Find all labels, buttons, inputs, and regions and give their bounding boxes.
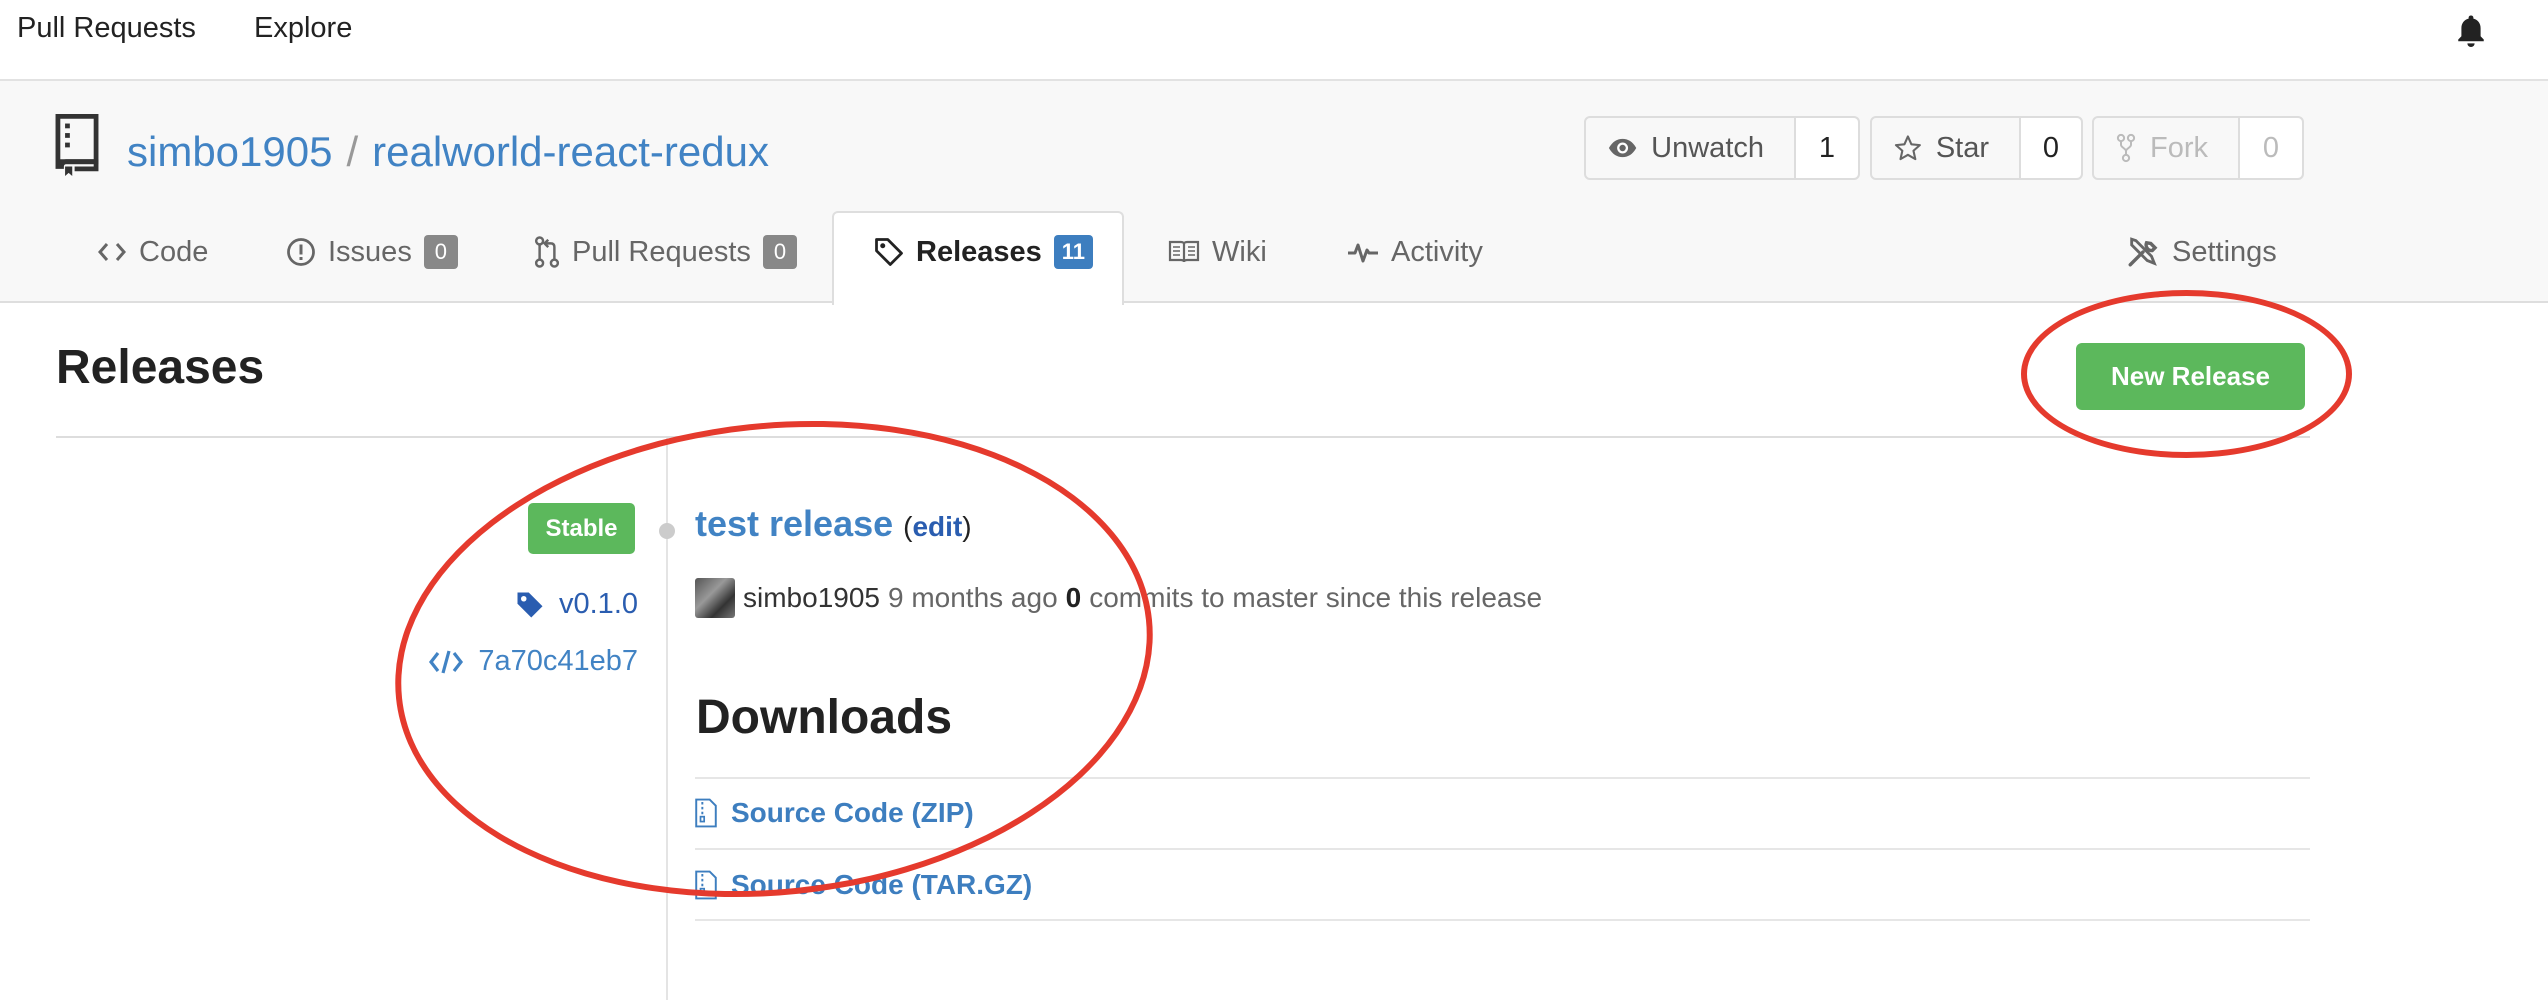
star-label: Star (1935, 131, 1989, 164)
tab-settings-label: Settings (2172, 235, 2277, 268)
tab-activity[interactable]: Activity (1347, 232, 1483, 272)
tab-wiki[interactable]: Wiki (1168, 232, 1267, 272)
pull-requests-count-badge: 0 (762, 235, 797, 269)
tab-activity-label: Activity (1391, 235, 1483, 268)
tab-releases-label: Releases (916, 235, 1042, 268)
repo-book-icon (55, 114, 99, 176)
pulse-icon (1348, 243, 1378, 263)
tab-code-label: Code (139, 235, 209, 268)
fork-count[interactable]: 0 (2240, 118, 2302, 178)
tab-releases[interactable]: Releases 11 (874, 232, 1094, 272)
tab-settings[interactable]: Settings (2126, 232, 2277, 272)
star-button[interactable]: Star (1872, 118, 2021, 178)
watch-count[interactable]: 1 (1796, 118, 1858, 178)
issue-opened-icon (287, 238, 315, 266)
nav-explore[interactable]: Explore (254, 12, 352, 45)
fork-label: Fork (2150, 131, 2208, 164)
repo-name-link[interactable]: realworld-react-redux (372, 128, 769, 175)
pull-request-icon (534, 236, 560, 268)
fork-button[interactable]: Fork (2094, 118, 2240, 178)
repo-owner-link[interactable]: simbo1905 (127, 128, 332, 175)
watch-button-group: Unwatch 1 (1584, 116, 1860, 180)
fork-icon (2116, 133, 2136, 163)
book-icon (1168, 240, 1200, 263)
tag-icon (875, 238, 903, 266)
releases-count-badge: 11 (1053, 235, 1094, 269)
tab-wiki-label: Wiki (1212, 235, 1267, 268)
tools-icon (2128, 237, 2158, 267)
unwatch-label: Unwatch (1651, 131, 1764, 164)
unwatch-button[interactable]: Unwatch (1586, 118, 1796, 178)
eye-icon (1608, 138, 1637, 158)
repo-title: simbo1905 / realworld-react-redux (127, 128, 769, 176)
header-divider (56, 436, 2310, 438)
commits-since-text: commits to master since this release (1089, 582, 1543, 613)
issues-count-badge: 0 (423, 235, 458, 269)
tab-pull-requests[interactable]: Pull Requests 0 (534, 232, 797, 272)
bell-icon[interactable] (2453, 12, 2489, 52)
annotation-circle-new-release (2021, 290, 2352, 458)
tab-issues-label: Issues (328, 235, 412, 268)
page-title: Releases (56, 341, 265, 394)
nav-pull-requests[interactable]: Pull Requests (17, 12, 196, 45)
top-navbar: Pull Requests Explore (0, 0, 2548, 81)
code-icon (98, 243, 126, 261)
star-count[interactable]: 0 (2021, 118, 2081, 178)
fork-button-group: Fork 0 (2092, 116, 2304, 180)
tab-pull-requests-label: Pull Requests (572, 235, 751, 268)
star-icon (1894, 135, 1921, 161)
downloads-divider (695, 919, 2310, 921)
annotation-circle-release (371, 384, 1177, 934)
star-button-group: Star 0 (1870, 116, 2083, 180)
tab-code[interactable]: Code (97, 232, 208, 272)
tab-issues[interactable]: Issues 0 (286, 232, 458, 272)
repo-separator: / (346, 128, 359, 175)
